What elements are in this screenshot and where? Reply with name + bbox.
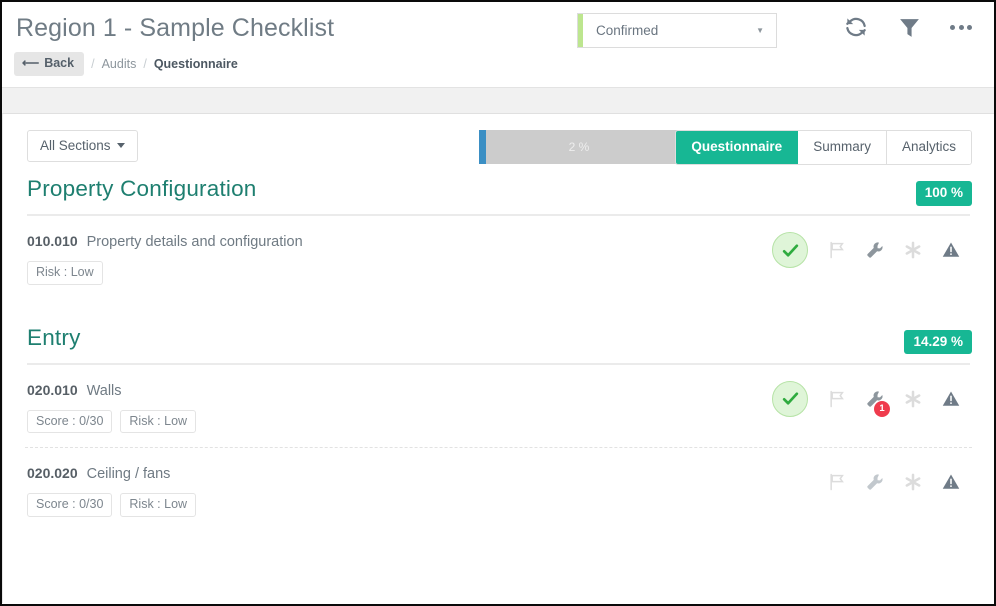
more-options-icon[interactable] — [950, 24, 972, 30]
breadcrumb-item-questionnaire: Questionnaire — [153, 56, 238, 71]
answered-check-icon[interactable] — [772, 380, 808, 417]
page-title: Region 1 - Sample Checklist — [16, 14, 335, 42]
asterisk-icon[interactable] — [894, 230, 932, 270]
wrench-badge-count: 1 — [874, 400, 890, 417]
back-button[interactable]: ⟵ Back — [14, 52, 85, 76]
answered-check-icon[interactable] — [772, 232, 808, 268]
risk-chip: Risk : Low — [120, 493, 197, 517]
flag-icon[interactable] — [818, 462, 856, 502]
asterisk-icon[interactable] — [894, 462, 932, 502]
all-sections-dropdown[interactable]: All Sections — [27, 130, 138, 162]
asterisk-icon[interactable] — [894, 379, 932, 419]
flag-icon[interactable] — [818, 230, 856, 270]
subheader-band — [2, 88, 994, 114]
tab-analytics[interactable]: Analytics — [886, 131, 971, 164]
completion-progress-bar: 2 % — [479, 130, 679, 164]
breadcrumb-separator-1: / — [91, 56, 95, 71]
status-select-value: Confirmed — [596, 23, 659, 38]
warning-triangle-icon[interactable] — [932, 230, 970, 270]
risk-chip: Risk : Low — [120, 409, 197, 433]
caret-down-icon — [116, 143, 125, 149]
breadcrumb-separator-2: / — [143, 56, 147, 71]
content-toolbar: All Sections 2 % Questionnaire Summary A… — [25, 114, 972, 176]
section-header: Property Configuration 100 % — [25, 176, 972, 214]
section-entry: Entry 14.29 % 020.010 Walls Score : 0/30… — [25, 325, 972, 531]
header-actions — [843, 14, 972, 40]
chevron-down-icon: ▼ — [756, 26, 764, 35]
section-title: Entry — [27, 324, 81, 350]
section-percent-badge: 100 % — [915, 181, 972, 206]
breadcrumb-item-audits[interactable]: Audits — [102, 57, 137, 71]
question-code: 020.020 — [27, 465, 78, 481]
question-code: 010.010 — [27, 233, 78, 249]
refresh-icon[interactable] — [843, 14, 869, 40]
section-header: Entry 14.29 % — [25, 325, 972, 363]
question-text: Walls — [86, 382, 122, 399]
score-chip: Score : 0/30 — [27, 493, 113, 517]
question-actions — [772, 230, 970, 270]
section-percent-badge: 14.29 % — [904, 329, 972, 354]
arrow-left-icon: ⟵ — [22, 56, 40, 71]
page-header: Region 1 - Sample Checklist ⟵ Back / Aud… — [2, 2, 994, 88]
tab-summary[interactable]: Summary — [798, 131, 887, 164]
risk-chip: Risk : Low — [27, 261, 103, 285]
view-tabs: Questionnaire Summary Analytics — [675, 130, 972, 165]
question-row[interactable]: 020.020 Ceiling / fans Score : 0/30 Risk… — [25, 447, 972, 531]
more-options-dots — [950, 24, 972, 30]
question-text: Ceiling / fans — [86, 466, 171, 482]
question-actions: 1 — [772, 379, 970, 419]
app-window: Region 1 - Sample Checklist ⟵ Back / Aud… — [0, 0, 996, 606]
all-sections-label: All Sections — [40, 138, 111, 153]
back-button-label: Back — [44, 56, 75, 70]
wrench-icon[interactable]: 1 — [856, 379, 894, 419]
question-row[interactable]: 020.010 Walls Score : 0/30 Risk : Low 1 — [25, 365, 972, 448]
section-property-configuration: Property Configuration 100 % 010.010 Pro… — [25, 176, 972, 299]
answered-check-placeholder — [772, 462, 818, 502]
progress-label: 2 % — [568, 140, 590, 154]
flag-icon[interactable] — [818, 379, 856, 419]
question-row[interactable]: 010.010 Property details and configurati… — [25, 216, 972, 299]
question-text: Property details and configuration — [86, 234, 303, 250]
question-actions — [772, 462, 970, 502]
section-title: Property Configuration — [27, 176, 257, 201]
score-chip: Score : 0/30 — [27, 409, 113, 433]
filter-icon[interactable] — [897, 15, 922, 40]
breadcrumb: ⟵ Back / Audits / Questionnaire — [14, 52, 238, 76]
wrench-icon[interactable] — [856, 230, 894, 270]
question-code: 020.010 — [27, 381, 78, 398]
questionnaire-content: All Sections 2 % Questionnaire Summary A… — [2, 114, 994, 603]
wrench-icon[interactable] — [856, 462, 894, 502]
tab-questionnaire[interactable]: Questionnaire — [676, 131, 799, 164]
warning-triangle-icon[interactable] — [932, 379, 970, 419]
status-select[interactable]: Confirmed ▼ — [577, 13, 777, 48]
warning-triangle-icon[interactable] — [932, 462, 970, 502]
